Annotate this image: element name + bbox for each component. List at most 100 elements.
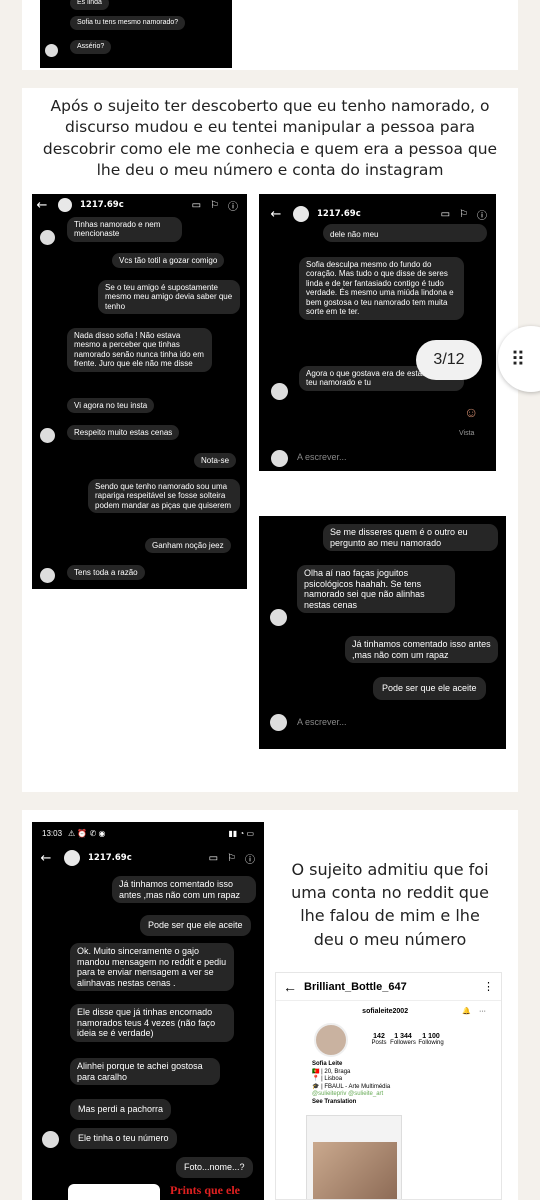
ig-top-row: sofialeite2002 🔔 ···: [316, 1007, 486, 1016]
seen-label: Vista: [459, 430, 475, 437]
info-icon[interactable]: ⓘ: [228, 198, 238, 213]
stat-following: 1 100 Following: [416, 1033, 446, 1046]
status-icons: ⚠ ⏰ ✆ ◉: [68, 829, 106, 838]
message-sent: Se o teu amigo é supostamente mesmo meu …: [98, 280, 240, 315]
chat-screenshot-c: Se me disseres quem é o outro eu pergunt…: [259, 516, 506, 749]
message-received: Alinhei porque te achei gostosa para car…: [70, 1058, 220, 1086]
message-sent: Se me disseres quem é o outro eu pergunt…: [323, 524, 498, 552]
stat-followers: 1 344 Followers: [388, 1033, 418, 1046]
message-sent: Já tinhamos comentado isso antes ,mas nã…: [345, 636, 498, 664]
shared-post-preview: [68, 1184, 160, 1200]
avatar: [42, 1131, 59, 1148]
chat-screenshot-d: 13:03 ⚠ ⏰ ✆ ◉ ▮▮ ◔ ▭ ← 1217.69c ▭ ⚐ ⓘ Já…: [32, 822, 264, 1200]
message: Assério?: [70, 40, 112, 55]
message-received: Ele tinha o teu número: [70, 1128, 177, 1149]
chat-title: 1217.69c: [80, 200, 124, 210]
avatar: [45, 44, 58, 57]
video-icon[interactable]: ▭: [441, 209, 450, 220]
avatar: [58, 198, 72, 212]
video-icon[interactable]: ▭: [209, 853, 218, 864]
avatar: [271, 383, 288, 400]
video-icon[interactable]: ▭: [192, 200, 201, 211]
message: És linda: [70, 0, 109, 11]
flag-icon[interactable]: ⚐: [459, 209, 468, 220]
bio-line: 🇵🇹 | 20, Braga: [312, 1068, 351, 1075]
message-received: Ele disse que já tinhas encornado namora…: [70, 1004, 234, 1042]
back-arrow-icon[interactable]: ←: [32, 198, 52, 213]
footer-label: Prints que ele: [170, 1183, 240, 1197]
message-received: Vi agora no teu insta: [67, 398, 155, 414]
page-counter: 3/12: [416, 340, 482, 380]
chat-screenshot-b: ← 1217.69c ▭ ⚐ ⓘ dele não meu Sofia desc…: [259, 194, 496, 471]
info-icon[interactable]: ⓘ: [477, 207, 487, 222]
grid-icon: ⠿: [510, 348, 526, 371]
status-time: 13:03: [42, 829, 63, 838]
stat-label: Followers: [390, 1040, 416, 1046]
reddit-header: ← Brilliant_Bottle_647 ⋮: [276, 973, 501, 1001]
message-sent: Já tinhamos comentado isso antes ,mas nã…: [112, 876, 256, 904]
caption-1: Após o sujeito ter descoberto que eu ten…: [42, 97, 498, 180]
avatar: [64, 850, 80, 866]
info-icon[interactable]: ⓘ: [245, 851, 255, 866]
page-counter-label: 3/12: [433, 351, 465, 368]
stat-label: Following: [418, 1040, 444, 1046]
avatar: [40, 428, 55, 443]
profile-avatar: [314, 1023, 348, 1057]
stat-value: 1 344: [394, 1033, 412, 1040]
message-received: Olha aí nao faças joguitos psicológicos …: [297, 565, 455, 614]
back-arrow-icon[interactable]: ←: [32, 851, 60, 866]
stat-value: 1 100: [422, 1033, 440, 1040]
signal-icon: ▮▮ ◔ ▭: [228, 829, 254, 838]
reddit-username: Brilliant_Bottle_647: [304, 980, 407, 993]
message-input[interactable]: A escrever...: [297, 452, 347, 462]
chat-title: 1217.69c: [317, 209, 361, 219]
chat-header: ← 1217.69c ▭ ⚐ ⓘ: [32, 846, 264, 870]
caption-2: O sujeito admitiu que foi uma conta no r…: [291, 860, 489, 949]
avatar: [270, 609, 287, 626]
message: Sofia tu tens mesmo namorado?: [70, 16, 186, 31]
avatar: [293, 206, 309, 222]
message-sent: Foto...nome...?: [176, 1157, 253, 1178]
message-sent: Pode ser que ele aceite: [140, 915, 251, 936]
profile-name: Sofia Leite: [312, 1061, 343, 1067]
avatar: [40, 568, 55, 583]
status-bar: 13:03 ⚠ ⏰ ✆ ◉ ▮▮ ◔ ▭: [42, 829, 254, 838]
message-sent: Sendo que tenho namorado sou uma raparig…: [88, 479, 240, 514]
message-sent: Vcs tão totil a gozar comigo: [112, 253, 225, 269]
message-sent: Ganham noção jeez: [145, 538, 231, 554]
emoji: ☺: [464, 404, 479, 420]
bio-line: 📍 | Lisboa: [312, 1076, 343, 1082]
message-received: Tinhas namorado e nem mencionaste: [67, 217, 182, 242]
message-received: Respeito muito estas cenas: [67, 425, 180, 441]
message-received: Tens toda a razão: [67, 565, 145, 581]
avatar: [270, 714, 287, 731]
profile-bio: Sofia Leite 🇵🇹 | 20, Braga 📍 | Lisboa 🎓 …: [312, 1061, 390, 1106]
top-screenshot: És linda Sofia tu tens mesmo namorado? A…: [40, 0, 232, 68]
flag-icon[interactable]: ⚐: [227, 853, 236, 864]
more-icon[interactable]: ···: [479, 1008, 486, 1015]
profile-screenshot: ← Brilliant_Bottle_647 ⋮ sofialeite2002 …: [275, 972, 502, 1200]
message-input[interactable]: A escrever...: [297, 717, 347, 727]
bio-line: @sulieitepriv @sulieite_art: [312, 1091, 384, 1097]
avatar: [40, 230, 55, 245]
back-arrow-icon[interactable]: ←: [276, 979, 304, 995]
message-received: Sofia desculpa mesmo do fundo do coração…: [299, 257, 464, 320]
bell-icon[interactable]: 🔔: [462, 1007, 471, 1015]
message-received: Nada disso sofia ! Não estava mesmo a pe…: [67, 328, 212, 372]
message-sent: Nota-se: [194, 453, 237, 469]
message-sent: dele não meu: [323, 224, 487, 243]
ig-handle: sofialeite2002: [362, 1007, 409, 1015]
back-arrow-icon[interactable]: ←: [259, 207, 293, 222]
message-received: Mas perdi a pachorra: [70, 1099, 172, 1120]
message-sent: Pode ser que ele aceite: [373, 677, 486, 700]
avatar: [271, 450, 288, 467]
message-received: Ok. Muito sinceramente o gajo mandou men…: [70, 943, 234, 992]
chat-header: ← 1217.69c ▭ ⚐ ⓘ: [32, 194, 247, 216]
more-icon[interactable]: ⋮: [483, 980, 501, 993]
post-image: [313, 1142, 397, 1199]
flag-icon[interactable]: ⚐: [210, 200, 219, 211]
post-preview: [306, 1115, 402, 1199]
bio-line: 🎓 | FBAUL - Arte Multimédia: [312, 1083, 391, 1090]
see-translation[interactable]: See Translation: [312, 1099, 390, 1107]
chat-title: 1217.69c: [88, 853, 132, 863]
